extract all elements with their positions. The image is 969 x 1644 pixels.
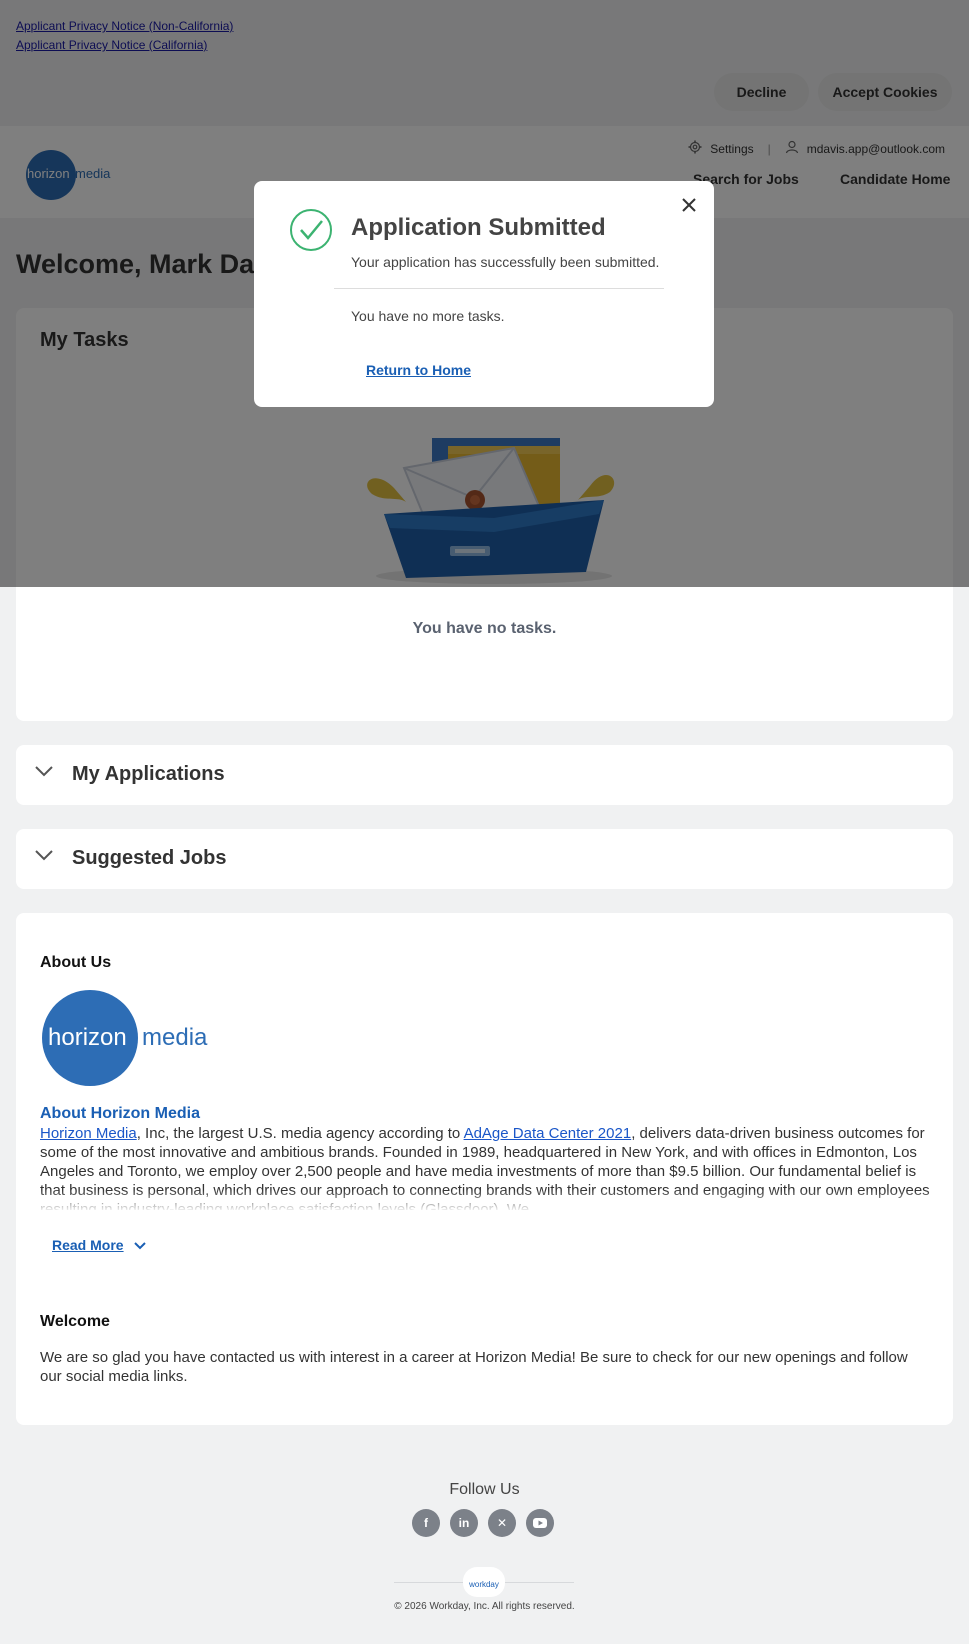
welcome-section-title: Welcome: [40, 1313, 110, 1330]
workday-logo: workday: [463, 1567, 505, 1597]
no-tasks-message: You have no tasks.: [412, 620, 557, 637]
about-us-title: About Us: [40, 954, 112, 971]
copyright: © 2026 Workday, Inc. All rights reserved…: [394, 1601, 575, 1612]
horizon-media-logo-large: horizon media: [42, 990, 222, 1086]
text-fade: [40, 1190, 930, 1212]
follow-us-label: Follow Us: [449, 1481, 520, 1498]
my-applications-accordion[interactable]: My Applications: [16, 745, 953, 805]
chevron-down-icon[interactable]: [133, 1237, 146, 1253]
adage-data-center-link[interactable]: AdAge Data Center 2021: [464, 1125, 632, 1142]
dialog-title: Application Submitted: [351, 214, 606, 241]
welcome-section-body: We are so glad you have contacted us wit…: [40, 1349, 908, 1385]
linkedin-icon[interactable]: in: [450, 1509, 478, 1537]
facebook-icon[interactable]: f: [412, 1509, 440, 1537]
youtube-icon[interactable]: [526, 1509, 554, 1537]
logo-text-horizon: horizon: [48, 1024, 127, 1051]
chevron-down-icon[interactable]: [34, 848, 54, 867]
return-to-home-link[interactable]: Return to Home: [366, 362, 471, 378]
check-circle-icon: [289, 208, 333, 257]
my-applications-title[interactable]: My Applications: [72, 763, 225, 786]
read-more-button[interactable]: Read More: [52, 1237, 146, 1253]
chevron-down-icon[interactable]: [34, 764, 54, 783]
horizon-media-link[interactable]: Horizon Media: [40, 1125, 137, 1142]
application-submitted-dialog: Application Submitted Your application h…: [254, 181, 714, 407]
dialog-message: Your application has successfully been s…: [351, 254, 660, 270]
read-more-label[interactable]: Read More: [52, 1237, 124, 1253]
logo-text-media: media: [142, 1024, 208, 1051]
about-text-1: , Inc, the largest U.S. media agency acc…: [136, 1125, 464, 1142]
dialog-divider: [334, 288, 664, 289]
social-links: f in ✕: [412, 1509, 554, 1537]
close-icon[interactable]: [682, 198, 696, 217]
suggested-jobs-accordion[interactable]: Suggested Jobs: [16, 829, 953, 889]
about-us-card: About Us horizon media About Horizon Med…: [16, 913, 953, 1425]
about-horizon-media-heading: About Horizon Media: [40, 1105, 200, 1122]
x-icon[interactable]: ✕: [488, 1509, 516, 1537]
suggested-jobs-title[interactable]: Suggested Jobs: [72, 847, 226, 870]
dialog-tasks-message: You have no more tasks.: [351, 308, 505, 324]
